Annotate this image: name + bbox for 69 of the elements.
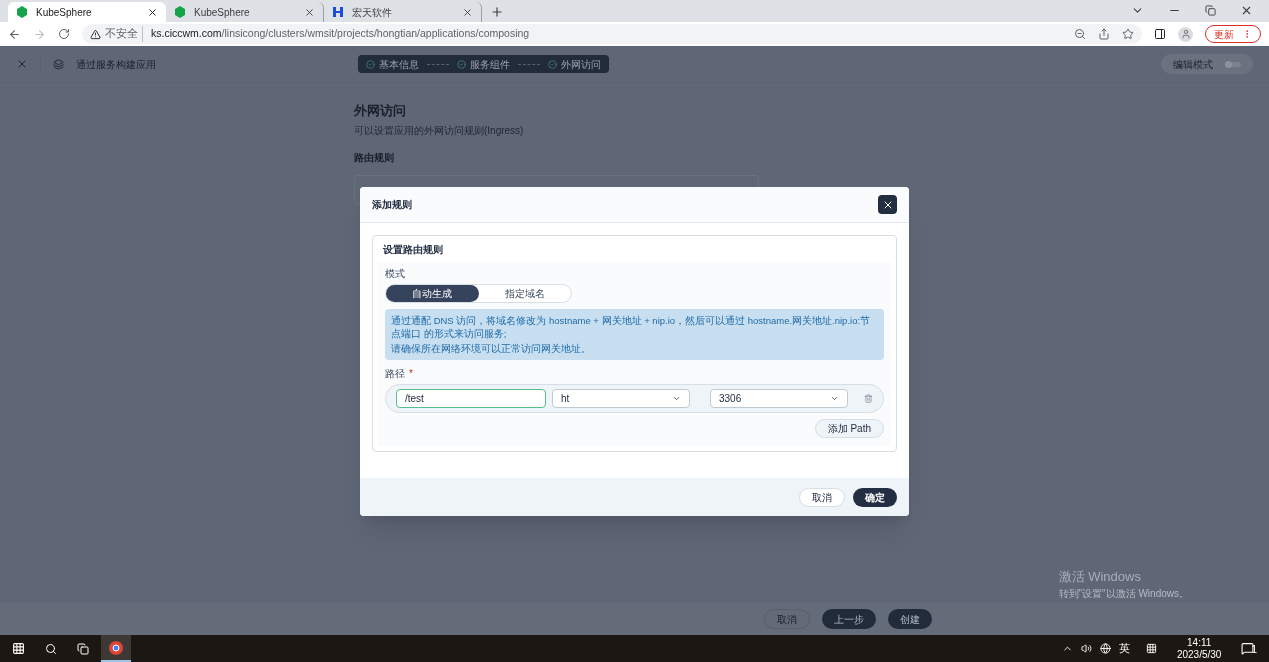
- share-icon[interactable]: [1098, 28, 1110, 40]
- close-icon[interactable]: [304, 6, 315, 18]
- edit-mode-label: 编辑模式: [1173, 57, 1213, 72]
- dialog-title: 添加规则: [372, 198, 413, 212]
- task-view-icon[interactable]: [77, 642, 89, 655]
- mode-label: 模式: [385, 267, 406, 281]
- info-text: 通过通配 DNS 访问，将域名修改为 hostname + 网关地址 + nip.io，然后可以通过 hostname.网关地址.nip.io:节点端口 的形式来访问服务;: [391, 314, 872, 340]
- close-button[interactable]: [878, 195, 897, 214]
- reload-icon[interactable]: [58, 28, 70, 40]
- panel-title: 设置路由规则: [382, 242, 444, 257]
- chevron-down-icon: [830, 394, 840, 403]
- circle-app-icon: [109, 640, 123, 655]
- path-input[interactable]: /test: [396, 389, 546, 408]
- back-icon[interactable]: [8, 27, 21, 41]
- security-label: 不安全: [105, 26, 143, 42]
- keyboard-icon[interactable]: [1145, 643, 1157, 654]
- activation-title: 激活 Windows: [1058, 567, 1142, 586]
- section-title: 外网访问: [354, 102, 407, 120]
- clock-time: 14:11: [1187, 636, 1212, 649]
- chevron-down-icon: [672, 394, 682, 403]
- restore-icon[interactable]: [1205, 5, 1216, 16]
- clock-date: 2023/5/30: [1176, 648, 1222, 661]
- step-label: 服务组件: [470, 57, 510, 72]
- footer-button[interactable]: 上一步: [822, 609, 876, 629]
- search-icon[interactable]: [45, 642, 57, 655]
- service-select[interactable]: ht: [552, 389, 691, 408]
- info-text: 请确保所在网络环境可以正常访问网关地址。: [391, 342, 592, 355]
- step-label: 外网访问: [561, 57, 601, 72]
- close-icon[interactable]: [147, 6, 158, 18]
- network-icon[interactable]: [1099, 643, 1111, 654]
- layers-icon: [53, 58, 64, 70]
- step-label: 基本信息: [379, 57, 419, 72]
- browser-tab[interactable]: KubeSphere: [8, 2, 166, 22]
- address-bar[interactable]: 不安全 ks.ciccwm.com/linsicong/clusters/wmsit/projects/hongtian/applications/composing: [82, 24, 1142, 44]
- zoom-out-icon[interactable]: [1074, 28, 1086, 40]
- footer-button[interactable]: 创建: [888, 609, 932, 629]
- warning-icon: [90, 28, 101, 40]
- switch[interactable]: [1225, 61, 1241, 67]
- path-label: 路径: [385, 367, 405, 381]
- mode-option[interactable]: 指定域名: [478, 285, 571, 302]
- notification-count: 1: [1251, 645, 1257, 655]
- rules-label: 路由规则: [354, 150, 395, 165]
- page-title: 通过服务构建应用: [76, 57, 157, 72]
- url-host: ks.ciccwm.com: [150, 26, 222, 42]
- dialog-button[interactable]: 取消: [799, 487, 845, 507]
- tab-title: 宏天软件: [352, 5, 393, 20]
- port-select[interactable]: 3306: [710, 389, 849, 408]
- dialog-button[interactable]: 确定: [853, 487, 897, 507]
- profile-avatar[interactable]: [1178, 26, 1193, 42]
- close-icon[interactable]: [1240, 4, 1253, 17]
- add-path-button[interactable]: 添加 Path: [814, 419, 884, 438]
- start-icon[interactable]: [12, 642, 25, 655]
- letter-logo-icon: [332, 6, 344, 18]
- url-path: /linsicong/clusters/wmsit/projects/hongtian/applications/composing: [221, 26, 530, 42]
- close-icon[interactable]: [462, 6, 473, 18]
- side-panel-icon[interactable]: [1154, 28, 1166, 40]
- bookmark-star-icon[interactable]: [1122, 28, 1134, 40]
- taskbar-app[interactable]: [101, 635, 131, 662]
- notification-icon[interactable]: [1241, 642, 1255, 655]
- mode-option[interactable]: 自动生成: [386, 285, 479, 302]
- hexagon-logo-icon: [174, 6, 186, 18]
- tab-title: KubeSphere: [36, 5, 93, 20]
- activation-subtitle: 转到"设置"以激活 Windows。: [1058, 587, 1189, 601]
- volume-icon[interactable]: [1080, 643, 1092, 654]
- hexagon-logo-icon: [16, 6, 28, 18]
- new-tab-icon[interactable]: [490, 5, 504, 19]
- tab-title: KubeSphere: [194, 5, 251, 20]
- required-mark: *: [409, 367, 413, 381]
- ime-indicator[interactable]: 英: [1118, 640, 1130, 657]
